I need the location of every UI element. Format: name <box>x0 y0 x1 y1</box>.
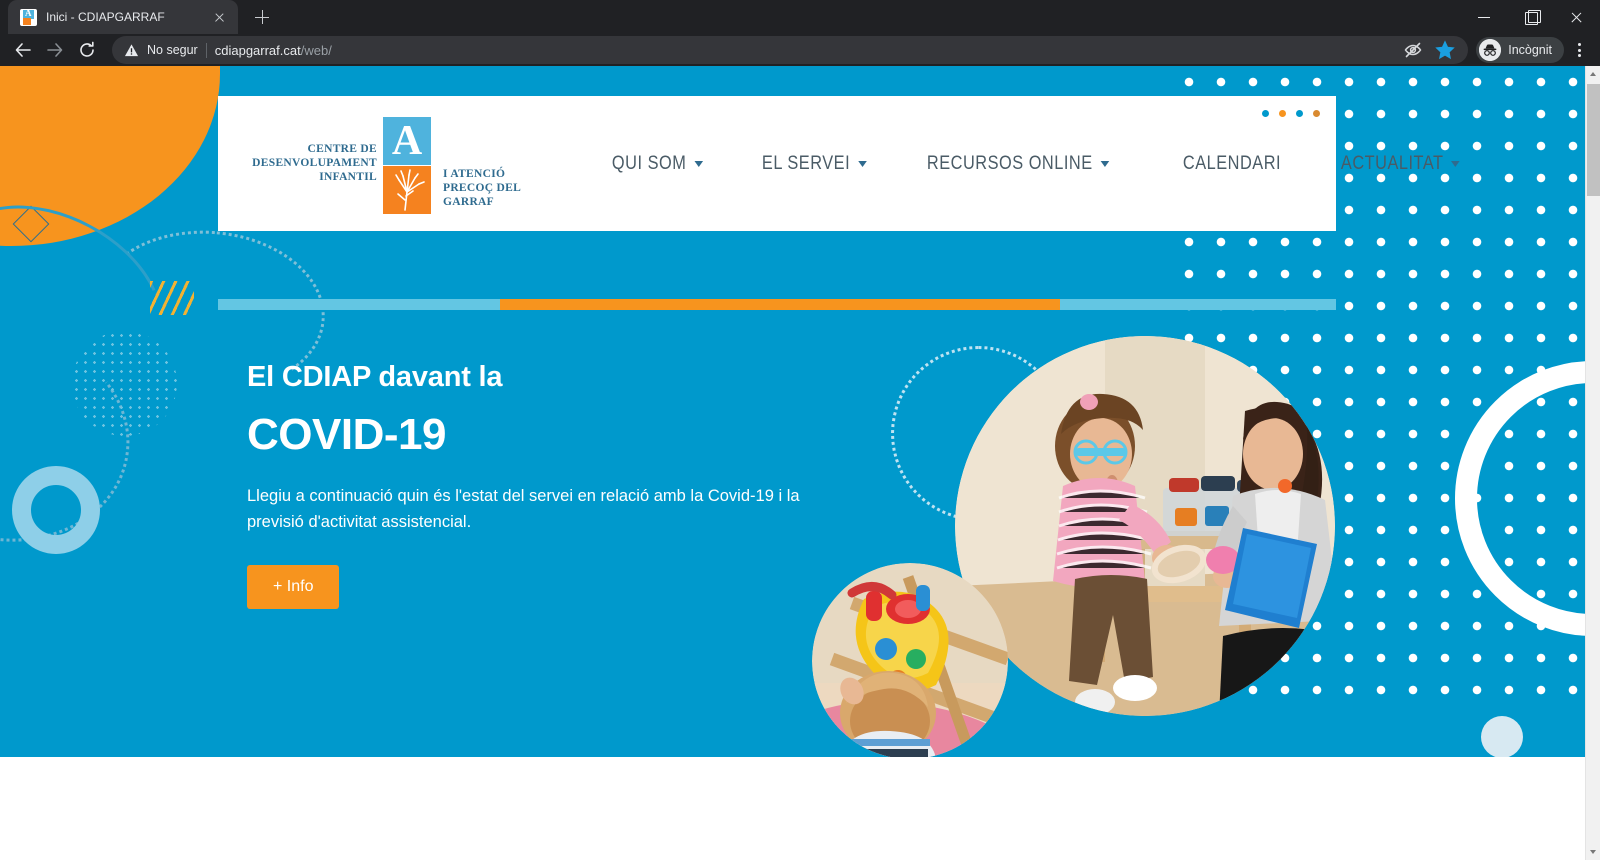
scroll-down-arrow-icon[interactable] <box>1586 844 1600 860</box>
hero-section: CENTRE DE DESENVOLUPAMENT INFANTIL A I A… <box>0 66 1585 757</box>
logo-mark: A <box>383 114 439 214</box>
star-icon[interactable] <box>1434 39 1456 61</box>
hero-title-line1: El CDIAP davant la <box>247 361 503 393</box>
chevron-down-icon <box>1100 160 1110 167</box>
window-close-icon[interactable] <box>1554 0 1600 34</box>
accent-bar-blue-right <box>1060 299 1336 310</box>
browser-menu-icon[interactable] <box>1566 37 1592 63</box>
logo-blue-square-icon: A <box>383 116 431 165</box>
nav-item-qui-som[interactable]: QUI SOM <box>593 153 722 175</box>
more-info-button[interactable]: + Info <box>247 565 340 610</box>
tab-title: Inici - CDIAPGARRAF <box>46 10 165 24</box>
url-domain: cdiapgarraf.cat <box>214 42 301 58</box>
scrollbar-thumb[interactable] <box>1587 84 1600 196</box>
url-text: cdiapgarraf.cat/web/ <box>215 43 332 58</box>
dotted-arc-decoration-2 <box>0 310 147 562</box>
white-ring-decoration <box>1455 361 1585 636</box>
incognito-indicator[interactable]: Incògnit <box>1476 37 1564 63</box>
hero-content: El CDIAP davant la COVID-19 Llegiu a con… <box>247 361 807 610</box>
tab-strip: Inici - CDIAPGARRAF <box>0 0 1600 34</box>
omnibox-actions <box>1402 39 1456 61</box>
browser-toolbar: No segur cdiapgarraf.cat/web/ Incògnit <box>0 34 1600 66</box>
hero-description: Llegiu a continuació quin és l'estat del… <box>247 487 800 531</box>
logo-orange-square-icon <box>383 165 431 214</box>
accent-bar-blue-left <box>218 299 500 310</box>
scroll-up-arrow-icon[interactable] <box>1586 66 1600 82</box>
nav-label: EL SERVEI <box>761 152 850 174</box>
browser-window: Inici - CDIAPGARRAF No segur <box>0 0 1600 860</box>
accent-bar-orange <box>500 299 1060 310</box>
page-scrollbar[interactable] <box>1585 66 1600 860</box>
incognito-label: Incògnit <box>1508 43 1552 57</box>
nav-label: QUI SOM <box>611 152 687 174</box>
nav-item-actualitat[interactable]: ACTUALITAT <box>1322 153 1479 175</box>
yellow-stripes-decoration-left <box>150 281 194 315</box>
minimize-icon[interactable] <box>1462 0 1508 34</box>
maximize-icon[interactable] <box>1508 0 1554 34</box>
address-bar[interactable]: No segur cdiapgarraf.cat/web/ <box>112 36 1469 64</box>
blue-arc-decoration <box>0 170 192 412</box>
site-logo[interactable]: CENTRE DE DESENVOLUPAMENT INFANTIL A I A… <box>243 114 523 214</box>
tab-close-icon[interactable] <box>211 9 228 26</box>
page-viewport: CENTRE DE DESENVOLUPAMENT INFANTIL A I A… <box>0 66 1600 860</box>
pale-circle-decoration <box>1481 716 1523 757</box>
chevron-down-icon <box>694 160 703 167</box>
back-icon[interactable] <box>8 35 38 65</box>
nav-label: CALENDARI <box>1182 152 1281 174</box>
chevron-down-icon <box>1451 160 1460 167</box>
window-controls <box>1462 0 1600 34</box>
reload-icon[interactable] <box>72 35 102 65</box>
url-path: /web/ <box>300 42 332 58</box>
blue-donut-decoration <box>12 466 100 554</box>
dotted-circle-decoration <box>72 331 177 436</box>
incognito-hat-icon <box>1479 39 1502 61</box>
nav-item-recursos-online[interactable]: RECURSOS ONLINE <box>908 153 1128 175</box>
page-white-section <box>0 757 1585 860</box>
logo-letter: A <box>391 117 423 164</box>
hero-photo-toddler-playing <box>812 563 1008 757</box>
nav-item-el-servei[interactable]: EL SERVEI <box>743 153 885 175</box>
security-status-label: No segur <box>147 43 198 57</box>
nav-label: RECURSOS ONLINE <box>927 152 1093 174</box>
header-dot-decoration <box>1262 110 1320 117</box>
chevron-down-icon <box>857 160 867 167</box>
logo-text-right: I ATENCIÓ PRECOÇ DEL GARRAF <box>443 167 521 209</box>
orange-blob-decoration <box>0 66 220 246</box>
nav-label: ACTUALITAT <box>1340 152 1444 174</box>
warning-triangle-icon <box>124 43 139 56</box>
logo-text-left: CENTRE DE DESENVOLUPAMENT INFANTIL <box>252 142 377 184</box>
header-accent-bar <box>218 299 1336 310</box>
nav-item-calendari[interactable]: CALENDARI <box>1164 153 1300 175</box>
site-header: CENTRE DE DESENVOLUPAMENT INFANTIL A I A… <box>218 96 1460 231</box>
browser-tab[interactable]: Inici - CDIAPGARRAF <box>8 0 238 34</box>
web-page: CENTRE DE DESENVOLUPAMENT INFANTIL A I A… <box>0 66 1585 860</box>
new-tab-button[interactable] <box>248 3 276 31</box>
url-separator <box>205 42 207 58</box>
eye-slash-icon[interactable] <box>1402 39 1424 61</box>
forward-icon[interactable] <box>40 35 70 65</box>
hero-title-line2: COVID-19 <box>247 410 446 459</box>
cdiap-logo-favicon-icon <box>20 8 37 26</box>
diamond-outline-decoration <box>12 205 50 243</box>
hero-photo-therapy-session <box>955 336 1335 716</box>
main-navigation: QUI SOM EL SERVEI RECURSOS ONLINE CALEND… <box>593 153 1504 175</box>
